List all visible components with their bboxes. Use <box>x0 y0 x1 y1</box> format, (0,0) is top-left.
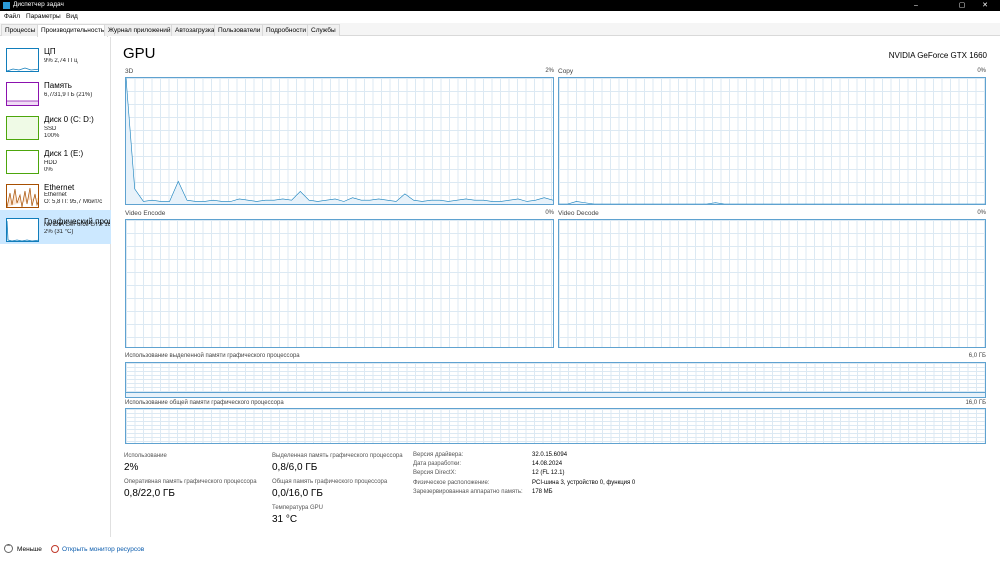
close-button[interactable]: ✕ <box>975 0 995 11</box>
disk0-thumbnail <box>6 116 39 140</box>
dedicated-stat-label: Выделенная память графического процессор… <box>272 453 403 459</box>
sidebar-item-title: Диск 0 (C: D:) <box>44 115 94 124</box>
menu-file[interactable]: Файл <box>4 13 20 20</box>
gpu-thumbnail <box>6 218 39 242</box>
dedicated-memory-label: Использование выделенной памяти графичес… <box>125 353 300 359</box>
sidebar-item-sub: 2% (31 °C) <box>44 229 74 235</box>
open-resource-monitor-link[interactable]: Открыть монитор ресурсов <box>62 546 144 553</box>
reserved-memory-label: Зарезервированная аппаратно память: <box>413 489 523 495</box>
temperature-label: Температура GPU <box>272 505 324 511</box>
tab-bar: Процессы Производительность Журнал прило… <box>0 23 1000 37</box>
sidebar-item-sub: HDD <box>44 160 57 166</box>
gpu-memory-label: Оперативная память графического процессо… <box>124 479 257 485</box>
sidebar-item-title: Память <box>44 81 72 90</box>
usage-label: Использование <box>124 453 167 459</box>
directx-label: Версия DirectX: <box>413 470 457 476</box>
temperature-value: 31 °C <box>272 514 298 525</box>
maximize-button[interactable]: ▢ <box>952 0 972 11</box>
shared-memory-label: Использование общей памяти графического … <box>125 400 284 406</box>
tab-users[interactable]: Пользователи <box>214 24 265 36</box>
page-title: GPU <box>123 45 156 62</box>
sidebar-item-gpu[interactable]: Графический процессор 0 NVIDIA GeForce G… <box>0 210 111 244</box>
sidebar-item-memory[interactable]: Память 6,7/31,9 ГБ (21%) <box>0 74 111 108</box>
ethernet-thumbnail <box>6 184 39 208</box>
engine-3d-graph <box>125 77 554 205</box>
tab-details[interactable]: Подробности <box>262 24 310 36</box>
driver-date-value: 14.08.2024 <box>532 461 563 467</box>
engine-copy-graph <box>558 77 986 205</box>
sidebar-item-sub: 100% <box>44 133 60 139</box>
dedicated-memory-max: 6,0 ГБ <box>968 353 986 359</box>
tab-performance[interactable]: Производительность <box>37 24 109 37</box>
chevron-up-icon[interactable]: ⌃ <box>4 544 13 553</box>
engine-3d-label[interactable]: 3D <box>125 68 133 75</box>
menu-bar: Файл Параметры Вид <box>0 11 1000 23</box>
tab-app-history[interactable]: Журнал приложений <box>104 24 175 36</box>
cpu-thumbnail <box>6 48 39 72</box>
shared-stat-label: Общая память графического процессора <box>272 479 388 485</box>
window-title: Диспетчер задач <box>13 1 64 8</box>
engine-video-decode-max: 0% <box>977 210 986 216</box>
shared-memory-max: 16,0 ГБ <box>965 400 986 406</box>
driver-date-label: Дата разработки: <box>413 461 462 467</box>
dedicated-memory-graph <box>125 362 986 398</box>
tab-startup[interactable]: Автозагрузка <box>171 24 219 36</box>
shared-memory-graph <box>125 408 986 444</box>
usage-value: 2% <box>124 462 139 473</box>
sidebar-item-ethernet[interactable]: Ethernet Ethernet О: 5,8 П: 95,7 Мбит/с <box>0 176 111 210</box>
task-manager-icon <box>3 2 10 9</box>
driver-version-value: 32.0.15.6094 <box>532 452 568 458</box>
footer: ⌃ Меньше Открыть монитор ресурсов <box>0 540 1000 560</box>
location-label: Физическое расположение: <box>413 480 490 486</box>
sidebar-item-disk-0[interactable]: Диск 0 (C: D:) SSD 100% <box>0 108 111 142</box>
engine-video-decode-label[interactable]: Video Decode <box>558 210 599 217</box>
menu-options[interactable]: Параметры <box>26 13 61 20</box>
sidebar-item-sub: Ethernet <box>44 192 67 198</box>
sidebar-item-sub: NVIDIA GeForce GTX 1660 <box>44 222 110 228</box>
performance-sidebar: ЦП 9% 2,74 ГГц Память 6,7/31,9 ГБ (21%) … <box>0 37 111 537</box>
engine-copy-label[interactable]: Copy <box>558 68 573 75</box>
directx-value: 12 (FL 12.1) <box>532 470 565 476</box>
sidebar-item-sub: SSD <box>44 126 57 132</box>
tab-processes[interactable]: Процессы <box>1 24 40 36</box>
location-value: PCI-шина 3, устройство 0, функция 0 <box>532 480 636 486</box>
dedicated-memory-fill <box>126 392 985 397</box>
sidebar-item-sub: О: 5,8 П: 95,7 Мбит/с <box>44 199 103 205</box>
memory-thumbnail <box>6 82 39 106</box>
disk1-thumbnail <box>6 150 39 174</box>
engine-3d-max: 2% <box>545 68 554 74</box>
gpu-memory-value: 0,8/22,0 ГБ <box>124 488 175 499</box>
title-bar: Диспетчер задач – ▢ ✕ <box>0 0 1000 11</box>
engine-video-encode-graph <box>125 219 554 348</box>
minimize-button[interactable]: – <box>906 0 926 11</box>
tab-services[interactable]: Службы <box>307 24 340 36</box>
sidebar-item-cpu[interactable]: ЦП 9% 2,74 ГГц <box>0 40 111 74</box>
utilization-line <box>126 78 553 201</box>
gpu-model-name: NVIDIA GeForce GTX 1660 <box>888 51 987 60</box>
engine-video-encode-max: 0% <box>545 210 554 216</box>
sidebar-item-sub: 6,7/31,9 ГБ (21%) <box>44 92 93 98</box>
driver-version-label: Версия драйвера: <box>413 452 464 458</box>
sidebar-item-disk-1[interactable]: Диск 1 (E:) HDD 0% <box>0 142 111 176</box>
engine-3d-line <box>126 78 553 204</box>
shared-stat-value: 0,0/16,0 ГБ <box>272 488 323 499</box>
sidebar-item-sub: 0% <box>44 167 53 173</box>
engine-video-encode-label[interactable]: Video Encode <box>125 210 165 217</box>
menu-view[interactable]: Вид <box>66 13 78 20</box>
utilization-area <box>559 201 985 204</box>
sidebar-item-title: Ethernet <box>44 183 75 192</box>
dedicated-stat-value: 0,8/6,0 ГБ <box>272 462 318 473</box>
resource-monitor-icon <box>51 545 59 553</box>
sidebar-item-title: Диск 1 (E:) <box>44 149 84 158</box>
engine-copy-max: 0% <box>977 68 986 74</box>
gpu-panel: GPU NVIDIA GeForce GTX 1660 3D 2% Copy 0… <box>112 37 1000 537</box>
fewer-details-link[interactable]: Меньше <box>17 546 42 553</box>
utilization-line <box>559 201 985 204</box>
utilization-area <box>126 78 553 204</box>
sidebar-item-title: ЦП <box>44 47 56 56</box>
reserved-memory-value: 178 МБ <box>532 489 553 495</box>
engine-video-decode-graph <box>558 219 986 348</box>
engine-copy-line <box>559 78 985 204</box>
sidebar-item-sub: 9% 2,74 ГГц <box>44 58 78 64</box>
